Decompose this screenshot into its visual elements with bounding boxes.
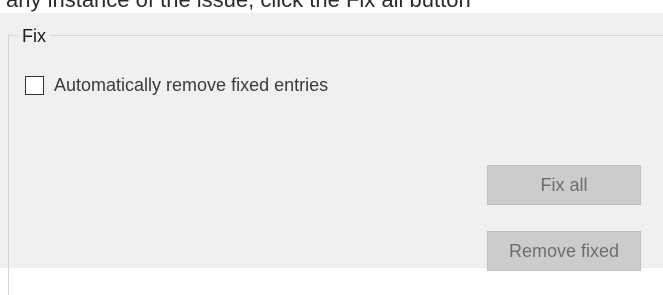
- fix-group-title: Fix: [18, 25, 50, 47]
- remove-fixed-button[interactable]: Remove fixed: [487, 231, 641, 271]
- cut-off-instruction-text: any instance of the issue, click the Fix…: [6, 0, 471, 13]
- fix-panel: Fix Automatically remove fixed entries F…: [0, 13, 663, 295]
- auto-remove-fixed-option[interactable]: Automatically remove fixed entries: [25, 73, 328, 97]
- top-cut-off-text-region: any instance of the issue, click the Fix…: [0, 0, 663, 13]
- fix-all-button[interactable]: Fix all: [487, 165, 641, 205]
- auto-remove-fixed-label[interactable]: Automatically remove fixed entries: [54, 73, 328, 97]
- auto-remove-fixed-checkbox[interactable]: [25, 75, 44, 95]
